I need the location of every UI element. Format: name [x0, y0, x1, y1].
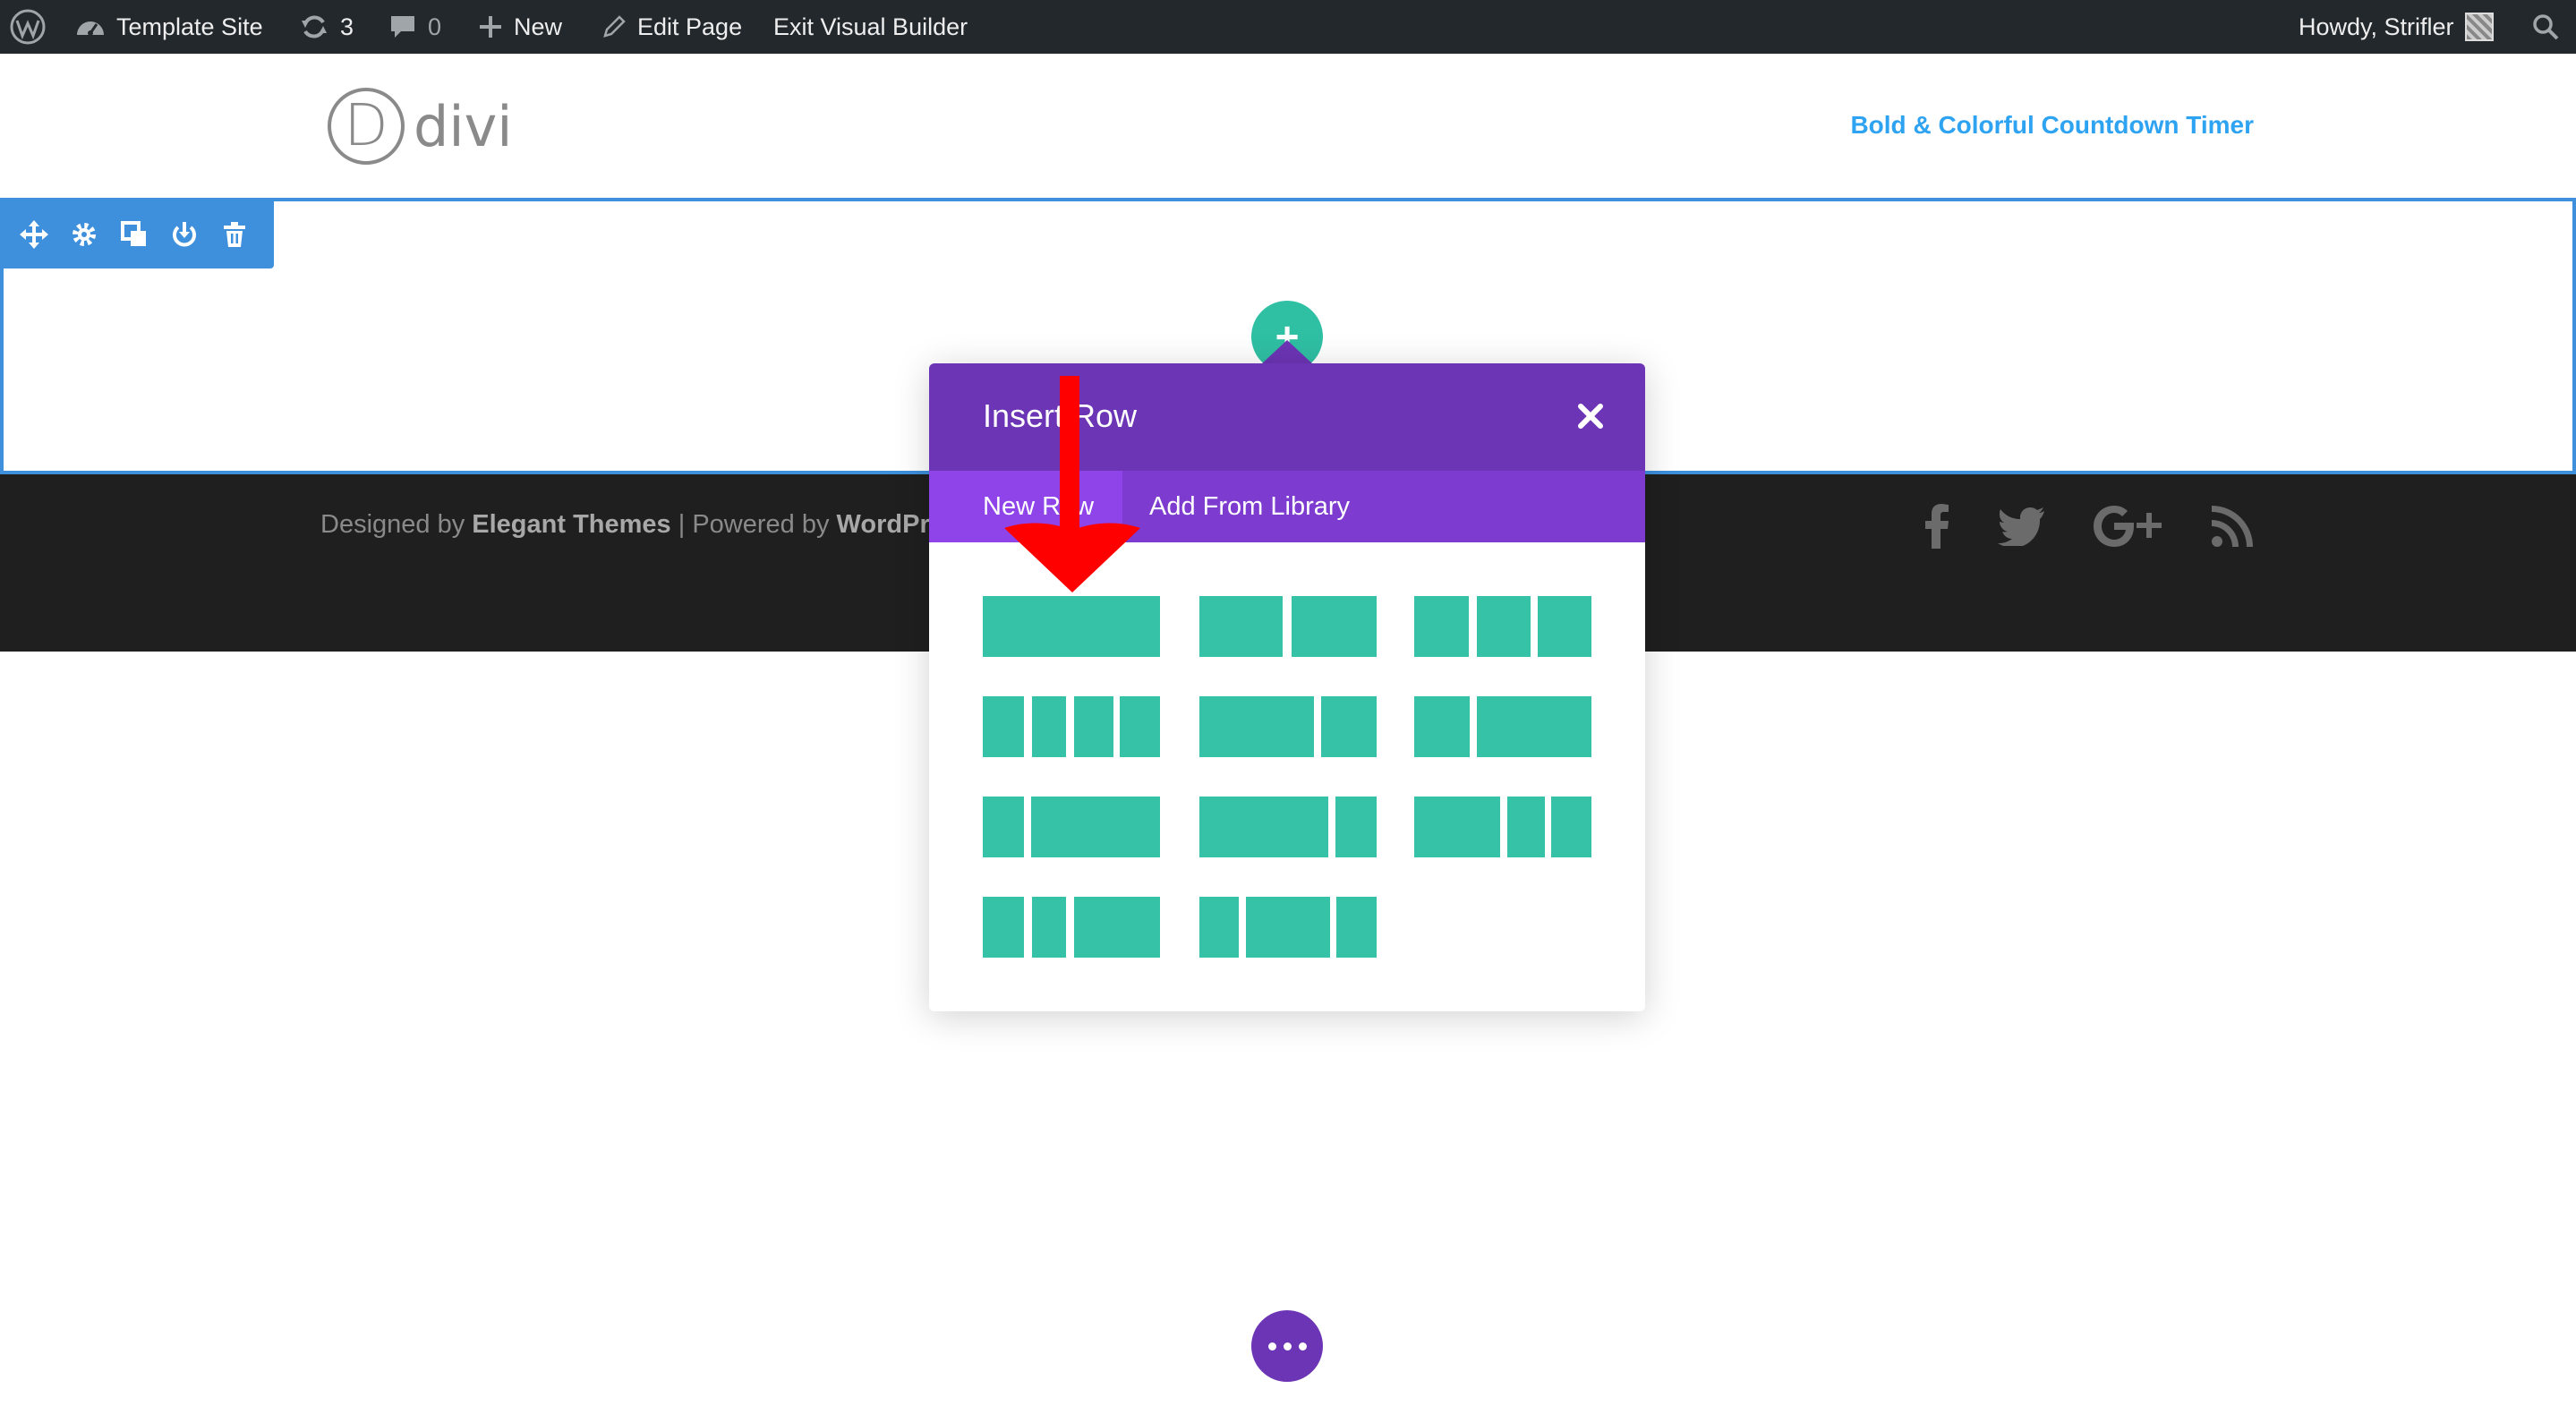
layout-column — [1120, 696, 1160, 757]
layout-column — [1414, 596, 1469, 657]
layout-column — [983, 696, 1024, 757]
tab-add-from-library[interactable]: Add From Library — [1149, 471, 1350, 542]
logo-mark: D — [328, 88, 405, 165]
layout-column — [1538, 596, 1591, 657]
credits-separator: | Powered by — [670, 510, 837, 539]
more-dot — [1283, 1342, 1292, 1351]
layout-column — [1199, 596, 1283, 657]
layout-option-1-4-1-2-1-4[interactable] — [1199, 897, 1377, 958]
layout-option-1-4-3-4[interactable] — [983, 797, 1160, 857]
refresh-icon — [302, 15, 327, 38]
google-plus-icon[interactable] — [2093, 499, 2162, 553]
more-dot — [1267, 1342, 1276, 1351]
site-name-menu[interactable]: Template Site — [75, 0, 263, 54]
modal-pointer — [1260, 340, 1314, 365]
rss-icon[interactable] — [2211, 499, 2254, 553]
plus-icon — [480, 16, 501, 38]
layout-option-1-3-1-3-1-3[interactable] — [1414, 596, 1591, 657]
edit-page-label: Edit Page — [637, 13, 743, 40]
theme-author-link[interactable]: Elegant Themes — [472, 510, 670, 539]
account-menu[interactable]: Howdy, Strifler — [2299, 0, 2494, 54]
gear-icon[interactable] — [68, 218, 100, 251]
layout-column — [1335, 797, 1377, 857]
comments-menu[interactable]: 0 — [388, 0, 441, 54]
layout-column — [1074, 897, 1160, 958]
layout-column — [1414, 797, 1500, 857]
site-header: D divi Bold & Colorful Countdown Timer — [0, 54, 2576, 197]
layout-column — [1551, 797, 1591, 857]
layout-option-4-columns[interactable] — [983, 696, 1160, 757]
site-logo[interactable]: D divi — [328, 88, 513, 165]
platform-link[interactable]: WordPr — [837, 510, 930, 539]
facebook-icon[interactable] — [1924, 499, 1949, 553]
layout-option-1-4-1-4-1-2[interactable] — [983, 897, 1160, 958]
layout-column — [1477, 596, 1531, 657]
layout-column — [1199, 696, 1314, 757]
more-dot — [1298, 1342, 1307, 1351]
layout-option-1-column[interactable] — [983, 596, 1160, 657]
dashboard-icon — [77, 21, 104, 36]
layout-column — [1336, 897, 1377, 958]
page-settings-button[interactable] — [1251, 1310, 1323, 1382]
annotation-arrow-icon — [1004, 376, 1140, 592]
move-icon[interactable] — [18, 218, 50, 251]
layout-option-1-3-2-3[interactable] — [1414, 696, 1591, 757]
layout-column — [983, 596, 1160, 657]
layout-column — [983, 897, 1024, 958]
duplicate-icon[interactable] — [118, 218, 150, 251]
social-links — [1924, 499, 2254, 553]
logo-text: divi — [414, 93, 513, 159]
layout-column — [1321, 696, 1377, 757]
nav-link-countdown-timer[interactable]: Bold & Colorful Countdown Timer — [1850, 107, 2254, 143]
section-toolbar — [0, 200, 274, 268]
exit-builder-label: Exit Visual Builder — [773, 13, 968, 40]
exit-visual-builder-link[interactable]: Exit Visual Builder — [773, 0, 968, 54]
updates-count: 3 — [340, 13, 354, 40]
site-name: Template Site — [116, 13, 263, 40]
layout-column — [1292, 596, 1377, 657]
layout-column — [1032, 897, 1066, 958]
close-icon[interactable] — [1575, 401, 1606, 431]
updates-menu[interactable]: 3 — [299, 0, 354, 54]
comment-bubble-icon — [391, 16, 414, 38]
layout-column — [1246, 897, 1330, 958]
credits-prefix: Designed by — [320, 510, 473, 539]
trash-icon[interactable] — [218, 218, 251, 251]
footer-credits: Designed by Elegant Themes | Powered by … — [320, 510, 930, 540]
comments-count: 0 — [428, 13, 442, 40]
layout-option-1-2-1-2[interactable] — [1199, 596, 1377, 657]
save-to-library-icon[interactable] — [168, 218, 200, 251]
layout-option-1-2-1-4-1-4[interactable] — [1414, 797, 1591, 857]
edit-page-link[interactable]: Edit Page — [601, 0, 742, 54]
wordpress-logo-icon[interactable] — [9, 0, 47, 54]
avatar — [2464, 13, 2494, 41]
new-label: New — [514, 13, 563, 40]
layout-column — [1032, 696, 1066, 757]
new-content-menu[interactable]: New — [478, 0, 562, 54]
layout-column — [1477, 696, 1591, 757]
admin-bar: Template Site 3 0 New Edit Page Exit Vis… — [0, 0, 2576, 54]
layout-column — [1199, 897, 1239, 958]
pencil-icon — [603, 15, 626, 38]
greeting: Howdy, Strifler — [2299, 13, 2454, 40]
layout-column — [1199, 797, 1328, 857]
search-icon[interactable] — [2531, 0, 2560, 54]
layout-column — [1414, 696, 1470, 757]
layout-option-2-3-1-3[interactable] — [1199, 696, 1377, 757]
layout-column — [983, 797, 1024, 857]
twitter-icon[interactable] — [1998, 499, 2044, 553]
layout-column — [1031, 797, 1160, 857]
layout-column — [1507, 797, 1545, 857]
layout-column — [1074, 696, 1113, 757]
layout-option-3-4-1-4[interactable] — [1199, 797, 1377, 857]
